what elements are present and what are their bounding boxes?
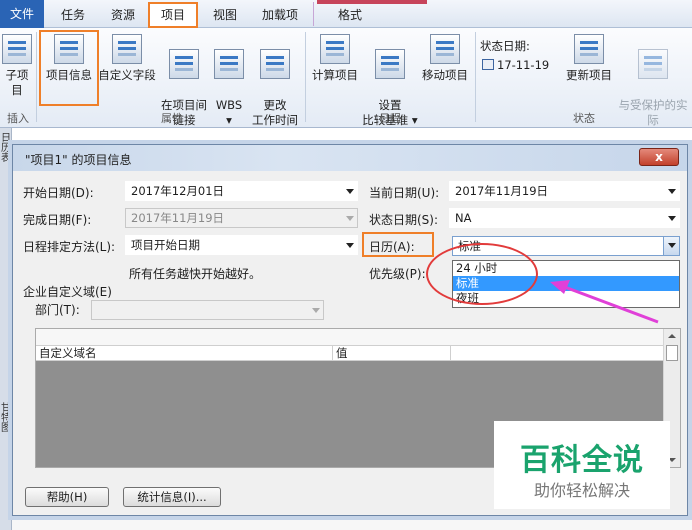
grid-col-value: 值 xyxy=(336,346,348,360)
help-button[interactable]: 帮助(H) xyxy=(25,487,109,507)
ribbon-tab-bar: 文件 任务 资源 项目 视图 加载项 格式 xyxy=(0,0,692,28)
timeline-label[interactable]: 日历表 xyxy=(1,134,11,164)
tab-separator xyxy=(313,2,314,26)
tab-format[interactable]: 格式 xyxy=(327,4,373,26)
priority-label: 优先级(P): xyxy=(369,267,426,281)
subproject-label: 子项目 xyxy=(5,68,29,97)
project-info-icon xyxy=(54,34,84,64)
group-label-insert: 插入 xyxy=(7,112,29,125)
status-date-label: 状态日期(S): xyxy=(369,213,439,227)
project-info-button[interactable]: 项目信息 xyxy=(39,30,99,106)
sync-protected-button[interactable]: 与受保护的实际 同步 xyxy=(614,32,692,142)
status-date-value: 17-11-19 xyxy=(497,58,550,72)
custom-fields-label: 自定义字段 xyxy=(98,68,156,82)
group-label-status: 状态 xyxy=(573,112,595,125)
set-baseline-icon xyxy=(375,49,405,79)
tab-resource[interactable]: 资源 xyxy=(102,4,144,26)
change-working-time-button[interactable]: 更改 工作时间 xyxy=(248,32,302,127)
status-date-dialog-value: NA xyxy=(455,211,472,225)
link-projects-icon xyxy=(169,49,199,79)
chevron-down-icon xyxy=(346,216,354,221)
scroll-thumb[interactable] xyxy=(666,345,678,361)
subproject-button[interactable]: 子项目 xyxy=(0,32,34,104)
subproject-icon xyxy=(2,34,32,64)
tab-view[interactable]: 视图 xyxy=(204,4,246,26)
custom-fields-button[interactable]: 自定义字段 xyxy=(98,32,156,104)
annotation-arrow-icon xyxy=(550,280,659,324)
chevron-down-icon xyxy=(346,189,354,194)
gantt-label[interactable]: 甘特图 xyxy=(1,404,11,434)
dialog-titlebar[interactable]: "项目1" 的项目信息 x xyxy=(13,145,687,171)
group-separator xyxy=(36,32,37,122)
calculate-project-label: 计算项目 xyxy=(312,68,358,82)
wbs-icon xyxy=(214,49,244,79)
department-combo xyxy=(91,300,324,320)
statistics-button[interactable]: 统计信息(I)... xyxy=(123,487,221,507)
chevron-down-icon xyxy=(668,216,676,221)
schedule-from-label: 日程排定方法(L): xyxy=(23,240,116,254)
annotation-ellipse xyxy=(426,243,538,305)
project-info-label: 项目信息 xyxy=(46,68,92,82)
status-date-label: 状态日期: xyxy=(480,39,530,53)
tab-file[interactable]: 文件 xyxy=(0,0,44,28)
change-working-time-icon xyxy=(260,49,290,79)
calendar-dropdown-button[interactable] xyxy=(663,237,679,255)
tab-addins[interactable]: 加载项 xyxy=(254,4,306,26)
custom-fields-icon xyxy=(112,34,142,64)
grid-col-name: 自定义域名 xyxy=(39,346,97,360)
sync-protected-icon xyxy=(638,49,668,79)
group-label-schedule: 日程 xyxy=(379,112,401,125)
watermark-title: 百科全说 xyxy=(520,443,644,478)
update-project-label: 更新项目 xyxy=(566,68,612,82)
calendar-label: 日历(A): xyxy=(369,240,415,254)
schedule-from-value: 项目开始日期 xyxy=(131,238,200,252)
current-date-combo[interactable]: 2017年11月19日 xyxy=(449,181,680,201)
watermark-subtitle: 助你轻松解决 xyxy=(533,481,630,500)
calendar-icon xyxy=(482,59,494,70)
status-date-field[interactable]: 17-11-19 xyxy=(482,58,549,72)
watermark: 百科全说 助你轻松解决 xyxy=(494,421,670,509)
chevron-down-icon xyxy=(668,189,676,194)
grid-header: 自定义域名 值 xyxy=(36,345,664,361)
group-separator xyxy=(475,32,476,122)
finish-date-combo: 2017年11月19日 xyxy=(125,208,358,228)
current-date-label: 当前日期(U): xyxy=(369,186,440,200)
close-button[interactable]: x xyxy=(639,148,679,166)
tab-project[interactable]: 项目 xyxy=(148,2,198,28)
status-date-combo[interactable]: NA xyxy=(449,208,680,228)
set-baseline-button[interactable]: 设置 比较基准 ▾ xyxy=(360,32,420,127)
view-bar: 日历表 甘特图 xyxy=(0,128,12,530)
update-project-icon xyxy=(574,34,604,64)
link-projects-button[interactable]: 在项目间 链接 xyxy=(158,32,210,127)
scroll-up-icon[interactable] xyxy=(668,334,676,338)
department-label: 部门(T): xyxy=(35,303,80,317)
finish-date-value: 2017年11月19日 xyxy=(131,211,225,225)
finish-date-label: 完成日期(F): xyxy=(23,213,92,227)
grid-divider xyxy=(450,345,451,361)
dialog-title: "项目1" 的项目信息 xyxy=(25,153,132,167)
start-date-label: 开始日期(D): xyxy=(23,186,94,200)
calculate-project-button[interactable]: 计算项目 xyxy=(308,32,362,104)
chevron-down-icon xyxy=(312,308,320,313)
chevron-down-icon xyxy=(668,243,676,248)
start-date-combo[interactable]: 2017年12月01日 xyxy=(125,181,358,201)
current-date-value: 2017年11月19日 xyxy=(455,184,549,198)
schedule-note: 所有任务越快开始越好。 xyxy=(129,267,262,281)
move-project-label: 移动项目 xyxy=(422,68,468,82)
chevron-down-icon xyxy=(346,243,354,248)
start-date-value: 2017年12月01日 xyxy=(131,184,225,198)
move-project-button[interactable]: 移动项目 xyxy=(418,32,472,104)
tab-task[interactable]: 任务 xyxy=(52,4,94,26)
schedule-from-combo[interactable]: 项目开始日期 xyxy=(125,235,358,255)
group-label-properties: 属性 xyxy=(161,112,183,125)
grid-divider xyxy=(332,345,333,361)
enterprise-fields-label: 企业自定义域(E) xyxy=(23,285,112,299)
update-project-button[interactable]: 更新项目 xyxy=(562,32,616,104)
calculate-project-icon xyxy=(320,34,350,64)
wbs-button[interactable]: WBS ▾ xyxy=(212,32,246,127)
group-separator xyxy=(305,32,306,122)
ribbon: 子项目 项目信息 自定义字段 在项目间 链接 WBS ▾ 更改 工作时间 计算项… xyxy=(0,28,692,142)
move-project-icon xyxy=(430,34,460,64)
